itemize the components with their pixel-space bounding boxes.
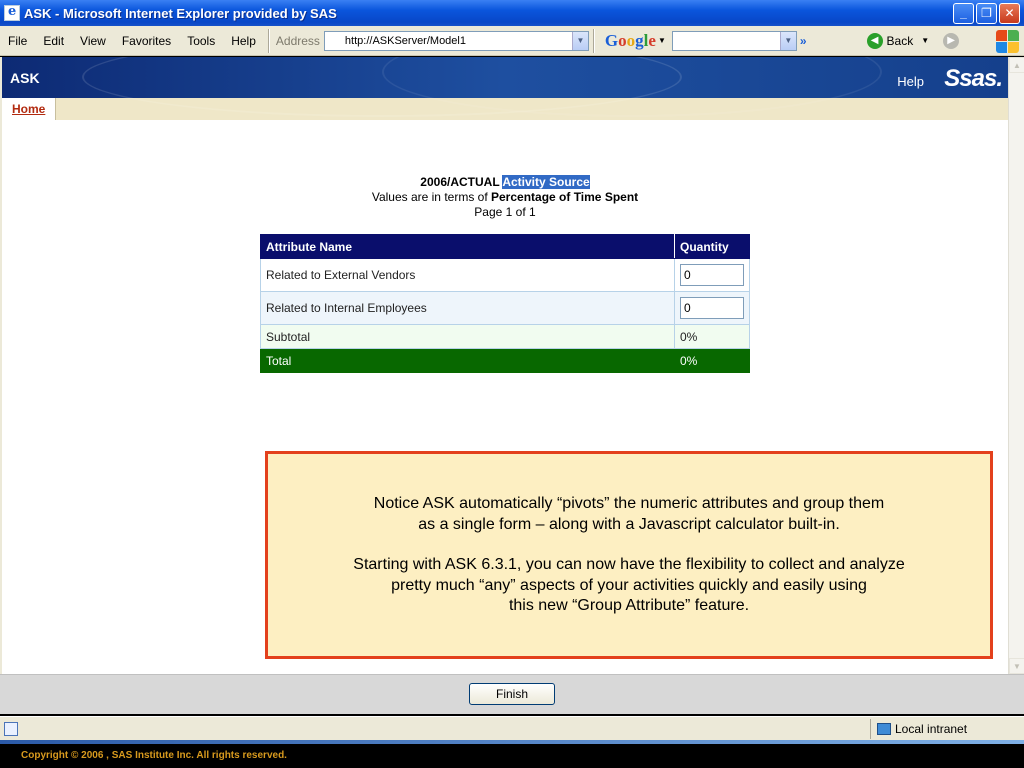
sas-logo: Ssas.: [944, 65, 1003, 92]
close-button[interactable]: ✕: [999, 2, 1020, 24]
page-title-prefix: 2006/ACTUAL: [420, 175, 500, 189]
forward-arrow-icon[interactable]: ▶: [943, 32, 960, 49]
back-label: Back: [886, 33, 914, 48]
vertical-scrollbar[interactable]: ▲ ▼: [1008, 57, 1024, 674]
address-label: Address: [275, 33, 320, 48]
window-titlebar: ASK - Microsoft Internet Explorer provid…: [0, 0, 1024, 26]
address-url[interactable]: http://ASKServer/Model1: [325, 35, 572, 47]
help-link[interactable]: Help: [897, 74, 924, 89]
page-title: 2006/ACTUAL Activity Source: [2, 175, 1008, 189]
google-dropdown-icon[interactable]: ▼: [779, 31, 796, 50]
copyright-footer: Copyright © 2006 , SAS Institute Inc. Al…: [0, 744, 1024, 768]
menu-tools[interactable]: Tools: [179, 34, 223, 48]
menu-bar: File Edit View Favorites Tools Help Addr…: [0, 26, 1024, 56]
minimize-button[interactable]: _: [953, 2, 974, 24]
window-title: ASK - Microsoft Internet Explorer provid…: [24, 5, 337, 21]
action-bar: Finish: [0, 674, 1024, 714]
back-arrow-icon: ◀: [866, 32, 883, 49]
attribute-name-cell: Related to Internal Employees: [260, 291, 675, 325]
total-label: Total: [260, 348, 675, 373]
menu-help[interactable]: Help: [223, 34, 264, 48]
toolbar-more-chevron[interactable]: »: [800, 34, 807, 48]
quantity-cell: [674, 258, 750, 292]
attribute-table: Attribute Name Quantity Related to Exter…: [260, 234, 750, 373]
app-brand: ASK: [10, 70, 40, 86]
values-measure: Percentage of Time Spent: [491, 190, 639, 204]
quantity-input-internal-employees[interactable]: [680, 297, 744, 319]
toolbar-separator: [267, 28, 270, 53]
subtotal-value: 0%: [674, 324, 750, 349]
callout-line: as a single form – along with a Javascri…: [418, 515, 840, 533]
intranet-icon: [877, 723, 891, 735]
callout-line: pretty much “any” aspects of your activi…: [391, 576, 867, 594]
column-header-attribute-name: Attribute Name: [260, 234, 675, 259]
toolbar-separator: [592, 28, 595, 53]
page-status-icon: [4, 721, 18, 736]
security-zone: Local intranet: [870, 719, 967, 739]
address-dropdown-icon[interactable]: ▼: [571, 31, 588, 50]
google-search-input[interactable]: ▼: [671, 30, 797, 51]
back-button[interactable]: ◀ Back ▼: [866, 32, 929, 49]
menu-edit[interactable]: Edit: [35, 34, 72, 48]
windows-logo-icon: [994, 28, 1020, 54]
menu-favorites[interactable]: Favorites: [114, 34, 179, 48]
total-value: 0%: [674, 348, 750, 373]
app-banner: ASK Help Ssas.: [2, 57, 1008, 117]
callout-line: Starting with ASK 6.3.1, you can now hav…: [353, 556, 905, 573]
status-bar: Local intranet: [0, 716, 1024, 740]
table-header-row: Attribute Name Quantity: [260, 234, 750, 259]
address-bar[interactable]: http://ASKServer/Model1 ▼: [323, 30, 589, 51]
scroll-down-icon[interactable]: ▼: [1009, 658, 1024, 674]
quantity-cell: [674, 291, 750, 325]
scroll-up-icon[interactable]: ▲: [1009, 57, 1024, 73]
menu-file[interactable]: File: [0, 34, 35, 48]
browser-content: ASK Help Ssas. Home 2006/ACTUAL Activity…: [0, 57, 1008, 674]
back-dropdown-icon[interactable]: ▼: [921, 36, 929, 45]
values-prefix: Values are in terms of: [371, 190, 488, 204]
callout-line: this new “Group Attribute” feature.: [508, 597, 750, 614]
subtotal-label: Subtotal: [260, 324, 675, 349]
page-info: Page 1 of 1: [474, 205, 536, 219]
maximize-button[interactable]: ❐: [976, 2, 997, 24]
values-description: Values are in terms of Percentage of Tim…: [2, 190, 1008, 204]
ie-icon: [4, 4, 20, 21]
google-menu-chevron-icon[interactable]: ▼: [658, 36, 666, 45]
tab-home[interactable]: Home: [2, 98, 57, 120]
google-toolbar-logo[interactable]: Google: [605, 31, 656, 51]
subtotal-row: Subtotal 0%: [260, 324, 750, 349]
column-header-quantity: Quantity: [674, 234, 750, 259]
callout-line: Notice ASK automatically “pivots” the nu…: [373, 495, 885, 512]
page-title-highlight: Activity Source: [502, 175, 590, 189]
total-row: Total 0%: [260, 348, 750, 373]
zone-label: Local intranet: [895, 722, 968, 736]
finish-button[interactable]: Finish: [469, 683, 555, 705]
menu-view[interactable]: View: [72, 34, 114, 48]
table-row: Related to Internal Employees: [260, 291, 750, 325]
quantity-input-external-vendors[interactable]: [680, 264, 744, 286]
table-row: Related to External Vendors: [260, 258, 750, 292]
annotation-callout: Notice ASK automatically “pivots” the nu…: [265, 451, 993, 659]
attribute-name-cell: Related to External Vendors: [260, 258, 675, 292]
